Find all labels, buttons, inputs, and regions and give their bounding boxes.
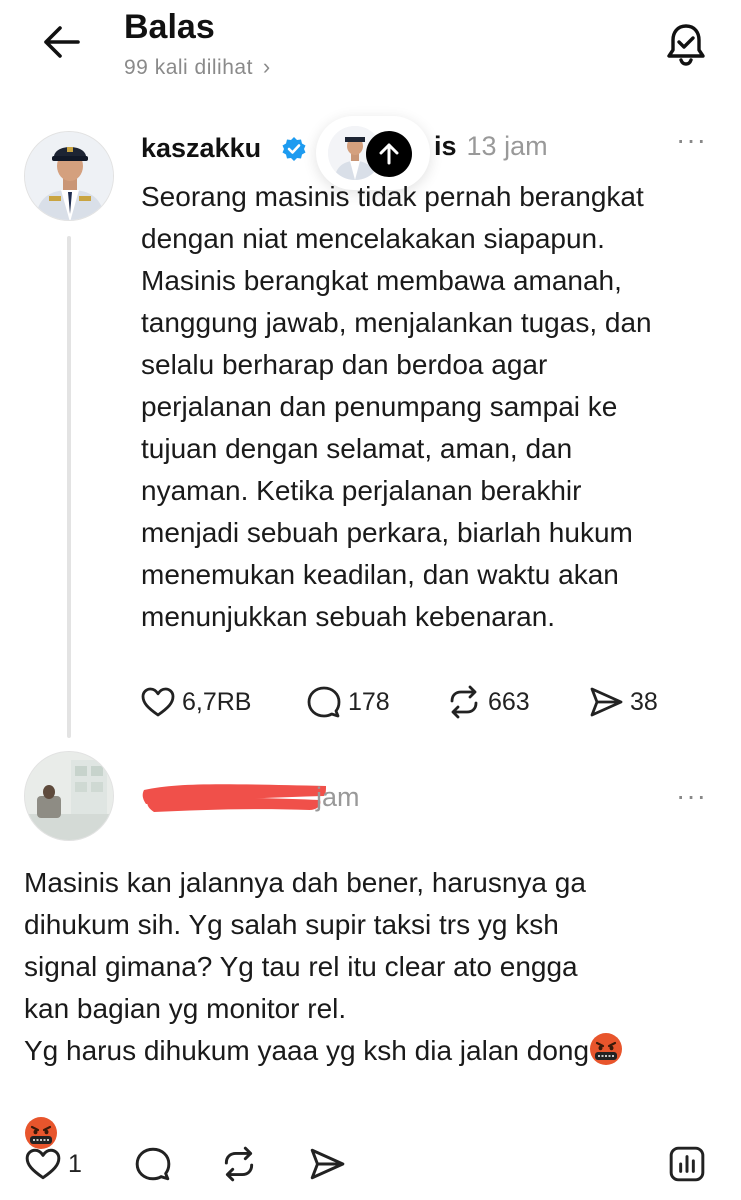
comment-bubble-icon — [135, 1147, 171, 1181]
bell-icon — [667, 24, 705, 66]
reply-body-text: Masinis kan jalannya dah bener, harusnya… — [24, 862, 724, 1156]
comment-bubble-icon — [307, 686, 341, 718]
time-prefix-fragment: is — [434, 131, 457, 161]
avatar-photo — [25, 132, 113, 220]
arrow-up-icon — [379, 143, 399, 165]
cursing-face-emoji-icon — [590, 1033, 623, 1065]
reply-author-avatar[interactable] — [24, 751, 114, 841]
like-button[interactable]: 6,7RB — [140, 680, 251, 724]
reply-body-content: Masinis kan jalannya dah bener, harusnya… — [24, 867, 590, 1066]
share-count: 38 — [630, 687, 658, 716]
reply-repost-button[interactable] — [220, 1142, 258, 1186]
reply-button[interactable]: 178 — [306, 680, 390, 724]
view-count-link[interactable]: 99 kali dilihat › — [124, 54, 271, 80]
repost-icon — [450, 685, 478, 719]
send-icon — [310, 1148, 345, 1180]
author-avatar[interactable] — [24, 131, 114, 221]
repost-count: 663 — [488, 687, 530, 716]
reply-count: 178 — [348, 687, 390, 716]
repost-icon — [224, 1146, 254, 1182]
share-button[interactable]: 38 — [588, 680, 658, 724]
reply-time: jam — [316, 782, 360, 812]
heart-icon — [25, 1148, 61, 1180]
post-time: is 13 jam — [434, 131, 548, 162]
post-action-bar: 6,7RB 178 663 38 — [140, 680, 700, 724]
heart-icon — [141, 687, 175, 717]
reply-share-button[interactable] — [308, 1142, 346, 1186]
reply-comment-button[interactable] — [134, 1142, 172, 1186]
chevron-right-icon: › — [262, 54, 271, 79]
view-count-text: 99 kali dilihat — [124, 56, 253, 79]
reply-avatar-photo — [25, 752, 113, 840]
reply-action-bar: 1 — [24, 1142, 724, 1192]
reply-like-count: 1 — [68, 1149, 82, 1178]
back-arrow-icon — [44, 26, 80, 58]
repost-button[interactable]: 663 — [446, 680, 530, 724]
reply-like-button[interactable]: 1 — [24, 1142, 82, 1186]
bar-chart-icon — [669, 1146, 705, 1182]
page-title: Balas — [124, 8, 215, 46]
post-more-options-button[interactable]: ··· — [676, 124, 707, 156]
author-username[interactable]: kaszakku — [141, 133, 261, 164]
send-icon — [590, 687, 623, 717]
notification-bell-button[interactable] — [662, 20, 710, 68]
like-count: 6,7RB — [182, 687, 252, 716]
scroll-up-button[interactable] — [366, 131, 412, 177]
redaction-scribble — [142, 784, 326, 812]
reply-more-options-button[interactable]: ··· — [676, 780, 707, 812]
verified-badge-icon — [282, 137, 306, 161]
post-time-value: 13 jam — [466, 131, 548, 161]
post-body-text: Seorang masinis tidak pernah berangkat d… — [141, 181, 652, 632]
insights-button[interactable] — [668, 1142, 706, 1186]
thread-line — [67, 236, 71, 738]
top-bar: Balas 99 kali dilihat › — [0, 0, 741, 100]
back-button[interactable] — [40, 22, 84, 62]
